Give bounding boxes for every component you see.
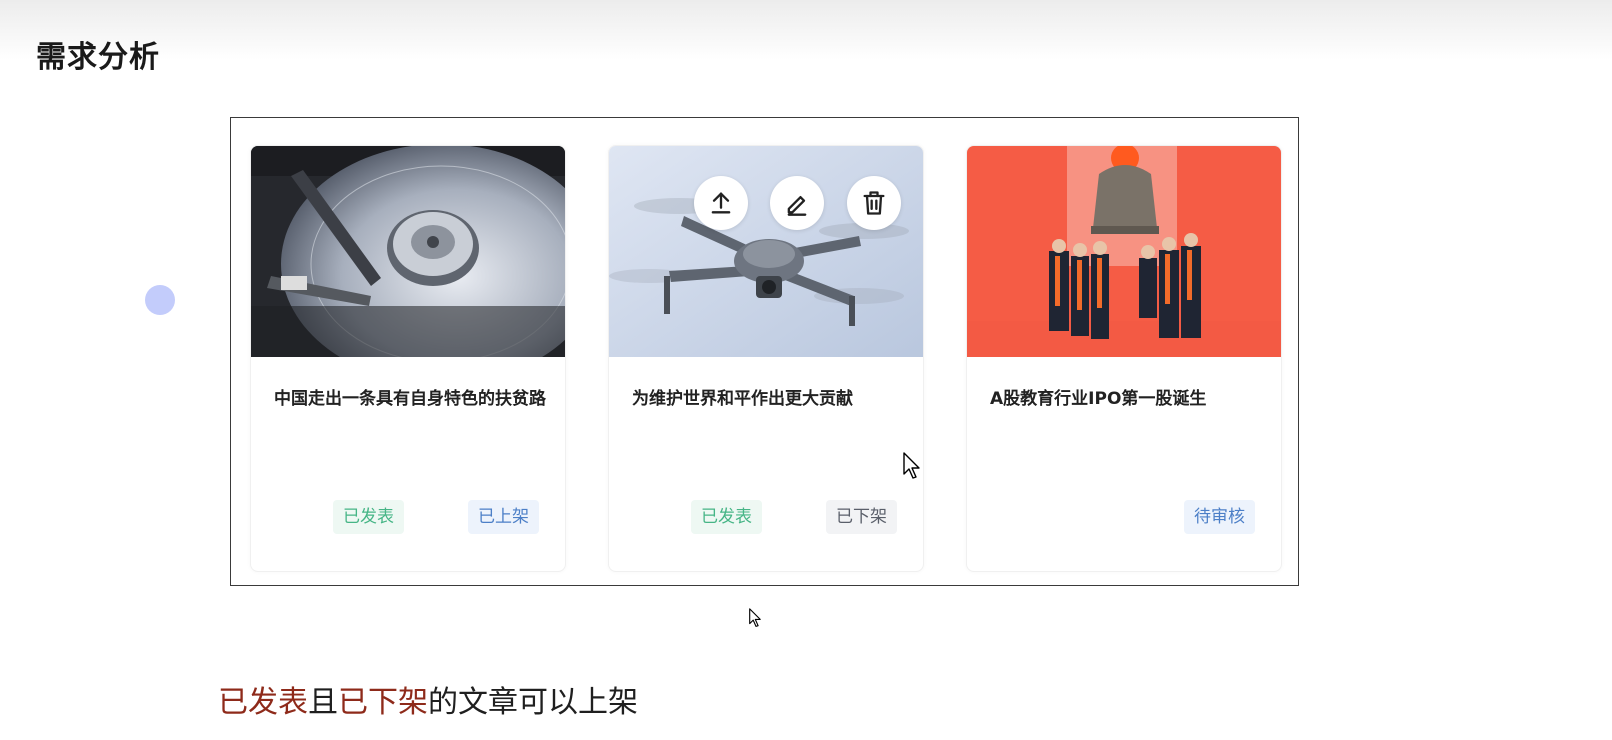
mouse-cursor-icon [903, 452, 920, 479]
bell-ringing-ceremony-photo [967, 146, 1281, 357]
article-title: 中国走出一条具有自身特色的扶贫路 [274, 389, 546, 409]
status-badge-published: 已发表 [691, 500, 762, 534]
trash-icon [863, 191, 885, 215]
top-gradient [0, 0, 1612, 60]
requirement-note: 已发表且已下架的文章可以上架 [218, 677, 638, 721]
delete-button[interactable] [847, 176, 901, 230]
card-list-frame: 中国走出一条具有自身特色的扶贫路 已发表 已上架 为维护世界和平作出更大贡献 已… [230, 117, 1299, 586]
edit-icon [787, 196, 807, 216]
note-rest-text: 的文章可以上架 [428, 685, 638, 720]
note-published-text: 已发表 [218, 685, 308, 720]
drone-photo [609, 146, 923, 357]
page-title: 需求分析 [36, 40, 160, 75]
status-badge-pending-review: 待审核 [1184, 500, 1255, 534]
article-title: A股教育行业IPO第一股诞生 [990, 389, 1207, 409]
publish-button[interactable] [694, 176, 748, 230]
upload-icon [711, 192, 731, 214]
article-card[interactable]: 为维护世界和平作出更大贡献 已发表 已下架 [608, 145, 924, 572]
status-badge-unlisted: 已下架 [826, 500, 897, 534]
edit-button[interactable] [770, 176, 824, 230]
nav-dot[interactable] [145, 285, 175, 315]
note-and-text: 且 [308, 685, 338, 720]
status-badge-listed: 已上架 [468, 500, 539, 534]
article-card[interactable]: A股教育行业IPO第一股诞生 待审核 [966, 145, 1282, 572]
mouse-cursor-icon [749, 608, 761, 627]
note-unlisted-text: 已下架 [338, 685, 428, 720]
article-title: 为维护世界和平作出更大贡献 [632, 389, 853, 409]
status-badge-published: 已发表 [333, 500, 404, 534]
hard-disk-photo [251, 146, 565, 357]
article-card[interactable]: 中国走出一条具有自身特色的扶贫路 已发表 已上架 [250, 145, 566, 572]
